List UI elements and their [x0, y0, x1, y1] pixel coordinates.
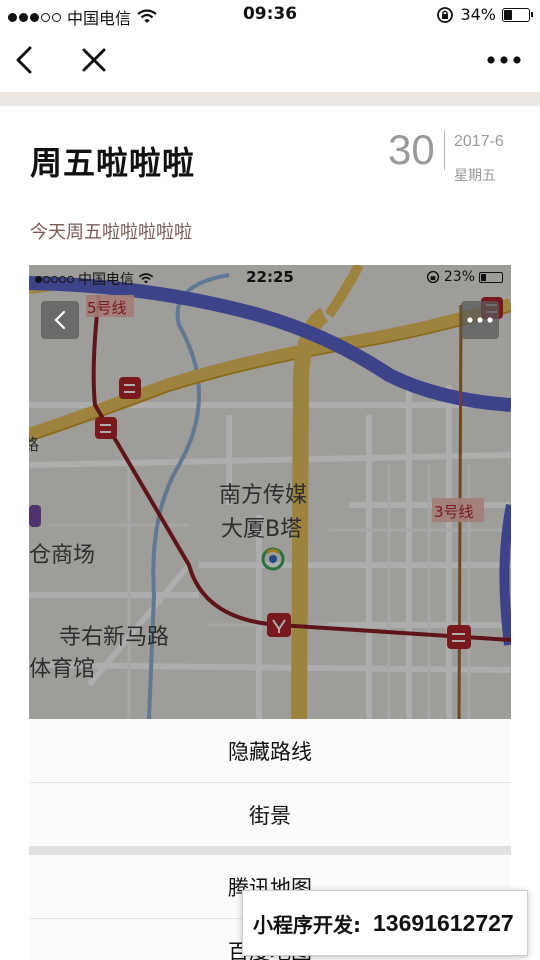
date-year-month: 2017-6: [454, 133, 504, 150]
embedded-status-right: 23%: [426, 269, 503, 285]
article-subtitle: 今天周五啦啦啦啦啦: [30, 222, 192, 243]
status-right: 34%: [436, 5, 533, 24]
map-more-button[interactable]: [461, 301, 499, 339]
embedded-battery-percent: 23%: [443, 269, 475, 285]
promo-phone: 13691612727: [373, 909, 514, 936]
battery-percent: 34%: [460, 5, 496, 24]
close-button[interactable]: [74, 40, 114, 80]
article-title: 周五啦啦啦: [30, 144, 196, 182]
date-divider: [444, 130, 445, 170]
battery-fill: [504, 9, 513, 20]
map-view: 5号线 3号线 南方传媒 大厦B塔 仓商场 寺右新马路 体育馆 路 中国电信 2…: [29, 265, 511, 720]
action-street-view[interactable]: 街景: [29, 783, 511, 847]
rotation-lock-icon: [437, 6, 454, 23]
promo-label: 小程序开发:: [253, 912, 361, 937]
action-hide-route[interactable]: 隐藏路线: [29, 719, 511, 783]
map-back-button[interactable]: [41, 301, 79, 339]
action-sheet-gap: [29, 847, 511, 855]
battery-icon: [502, 7, 533, 22]
date-weekday: 星期五: [454, 168, 496, 184]
nav-bar: [0, 30, 540, 90]
embedded-screenshot: 5号线 3号线 南方传媒 大厦B塔 仓商场 寺右新马路 体育馆 路 中国电信 2…: [29, 265, 511, 960]
map-dim-overlay: [29, 265, 511, 719]
more-dots-icon: [487, 56, 521, 64]
promo-badge[interactable]: 小程序开发: 13691612727: [242, 890, 528, 956]
embedded-rotation-lock-icon: [426, 270, 440, 284]
embedded-status-bar: 中国电信 22:25 23%: [29, 265, 511, 289]
embedded-battery-icon: [479, 271, 503, 283]
back-chevron-icon: [16, 46, 32, 74]
close-icon: [82, 48, 106, 72]
back-button[interactable]: [4, 40, 44, 80]
map-more-dots-icon: [467, 317, 493, 323]
status-bar: 中国电信 09:36 34%: [0, 0, 540, 30]
map-back-chevron-icon: [54, 310, 66, 330]
more-button[interactable]: [484, 40, 524, 80]
embedded-battery-fill: [481, 273, 486, 281]
date-day: 30: [388, 126, 435, 173]
header-separator: [0, 92, 540, 106]
